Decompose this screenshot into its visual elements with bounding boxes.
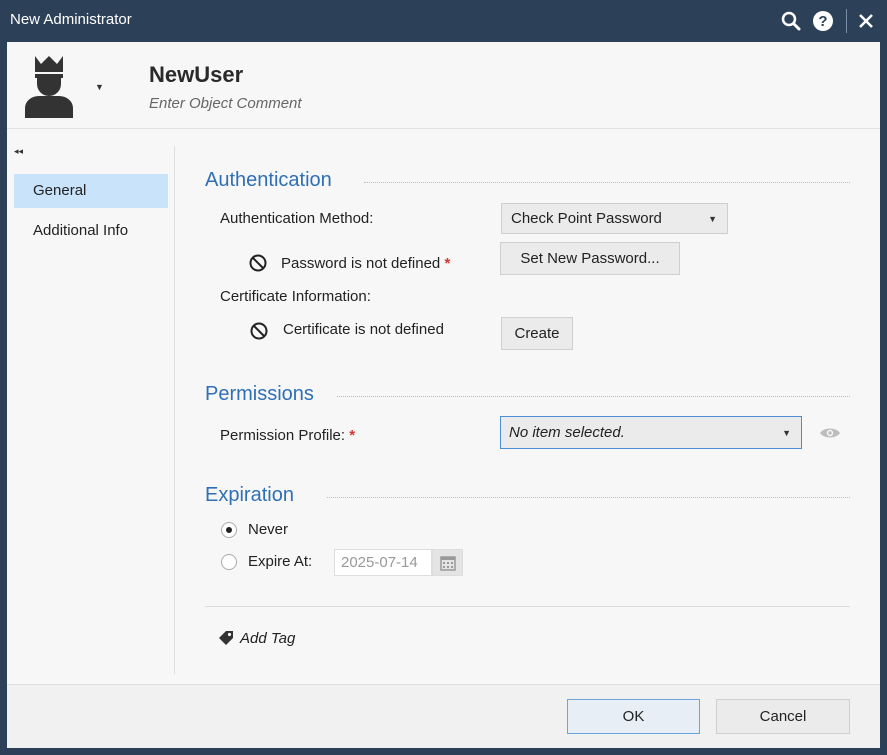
authentication-method-value: Check Point Password (511, 210, 662, 227)
section-divider (364, 182, 850, 183)
dialog-body: ▼ NewUser Enter Object Comment ◂◂ Genera… (7, 42, 880, 748)
title-bar: New Administrator ? (0, 0, 887, 42)
sidebar-item-label: General (33, 182, 87, 199)
close-icon[interactable] (853, 8, 879, 34)
sidebar-item-label: Additional Info (33, 222, 129, 239)
calendar-icon[interactable] (432, 549, 463, 576)
password-status: Password is not defined * (281, 255, 450, 272)
never-label[interactable]: Never (248, 521, 288, 538)
password-status-text: Password is not defined (281, 255, 441, 272)
chevron-down-icon: ▼ (708, 214, 717, 224)
view-eye-icon[interactable] (819, 426, 841, 440)
help-icon[interactable]: ? (810, 8, 836, 34)
permission-profile-text: Permission Profile: (220, 427, 346, 444)
authentication-method-label: Authentication Method: (220, 210, 374, 227)
permission-profile-label: Permission Profile: * (220, 427, 355, 444)
authentication-method-dropdown[interactable]: Check Point Password ▼ (501, 203, 728, 234)
not-defined-icon (249, 254, 267, 272)
set-new-password-button[interactable]: Set New Password... (500, 242, 680, 275)
sidebar-nav: General Additional Info (14, 174, 168, 248)
sidebar-item-general[interactable]: General (14, 174, 168, 208)
dialog-window: New Administrator ? ▼ NewUser Enter Obje… (0, 0, 887, 755)
required-mark: * (444, 255, 451, 272)
ok-button[interactable]: OK (567, 699, 700, 734)
object-comment-field[interactable]: Enter Object Comment (149, 95, 302, 112)
object-name[interactable]: NewUser (149, 62, 243, 88)
tags-divider (205, 606, 850, 607)
object-header: ▼ NewUser Enter Object Comment (7, 42, 880, 129)
title-separator (846, 9, 847, 33)
permission-profile-select[interactable]: No item selected. ▼ (500, 416, 802, 449)
required-mark: * (349, 427, 356, 444)
chevron-down-icon: ▼ (782, 428, 791, 438)
avatar-dropdown-icon[interactable]: ▼ (95, 82, 104, 92)
search-icon[interactable] (778, 8, 804, 34)
add-tag-link[interactable]: Add Tag (240, 630, 295, 647)
cancel-button[interactable]: Cancel (716, 699, 850, 734)
create-certificate-button[interactable]: Create (501, 317, 573, 350)
expire-at-label[interactable]: Expire At: (248, 553, 312, 570)
section-divider (327, 497, 850, 498)
authentication-section-title: Authentication (205, 169, 332, 191)
window-title: New Administrator (10, 11, 132, 28)
svg-text:?: ? (818, 13, 827, 30)
expire-date-input[interactable]: 2025-07-14 (334, 549, 432, 576)
permissions-section-title: Permissions (205, 383, 314, 405)
admin-crown-user-icon[interactable] (21, 54, 77, 120)
not-defined-icon (250, 322, 268, 340)
expire-at-radio[interactable] (221, 554, 237, 570)
tag-icon (217, 629, 235, 647)
collapse-sidebar-icon[interactable]: ◂◂ (14, 146, 23, 157)
never-radio[interactable] (221, 522, 237, 538)
certificate-information-label: Certificate Information: (220, 288, 371, 305)
sidebar-divider (174, 146, 175, 674)
dialog-footer: OK Cancel (7, 684, 880, 748)
permission-profile-value: No item selected. (509, 424, 625, 441)
section-divider (337, 396, 850, 397)
expiration-section-title: Expiration (205, 484, 294, 506)
certificate-status: Certificate is not defined (283, 321, 444, 338)
sidebar-item-additional-info[interactable]: Additional Info (14, 214, 168, 248)
